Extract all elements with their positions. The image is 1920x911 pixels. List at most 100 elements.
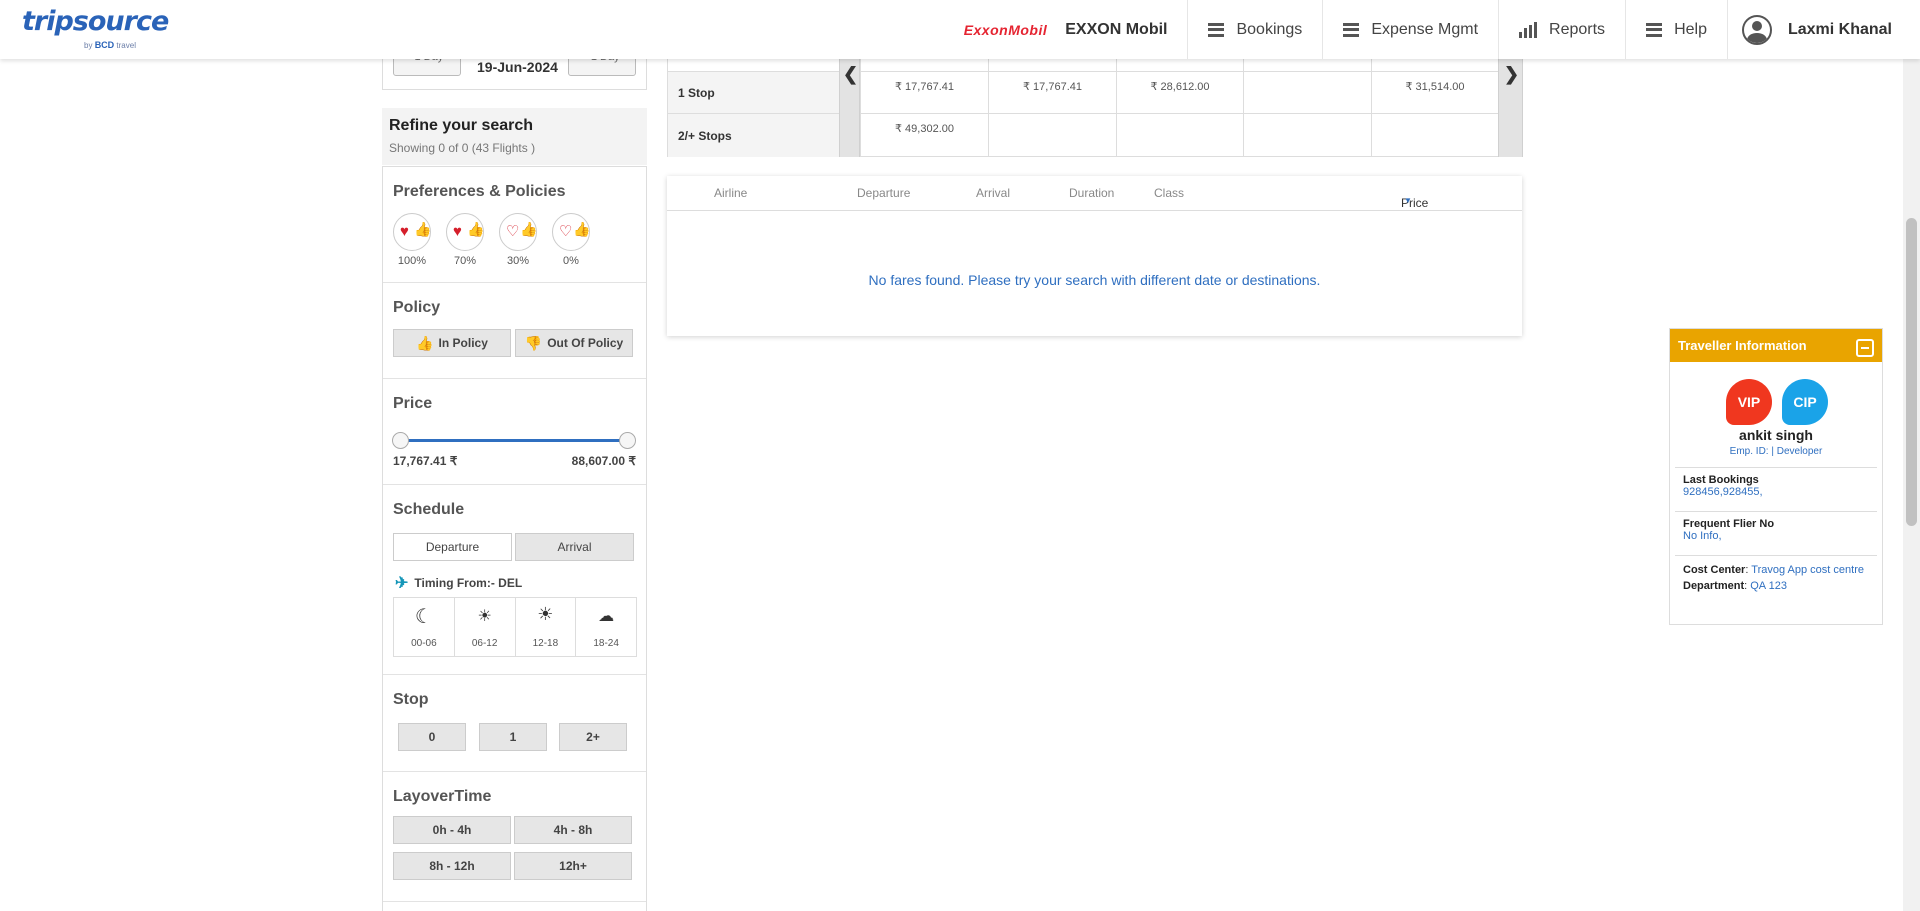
col-airline[interactable]: Airline [714,186,747,200]
airplane-icon: ✈ [395,575,409,592]
company-name: EXXON Mobil [1065,0,1189,59]
matrix-fare-cell[interactable]: ₹ 17,767.41 [988,71,1116,113]
pref-label: 70% [453,255,477,267]
thumbs-up-icon: 👍 [520,221,538,237]
user-avatar-icon [1741,14,1772,45]
moon-icon: ☾ [414,606,433,628]
frequent-flier-section: Frequent Flier No No Info, [1675,511,1877,555]
layover-0-4-button[interactable]: 0h - 4h [393,816,511,844]
page-scrollbar[interactable] [1903,0,1920,911]
cip-badge: CIP [1782,379,1828,425]
price-section: Price 17,767.41 ₹ 88,607.00 ₹ [383,379,646,485]
last-bookings-value[interactable]: 928456,928455, [1683,486,1763,498]
nav-reports[interactable]: Reports [1499,0,1627,59]
matrix-fare-cell [988,113,1116,157]
department-label: Department [1683,580,1745,592]
col-class[interactable]: Class [1154,186,1184,200]
nav-bookings-label: Bookings [1236,20,1303,38]
layover-4-8-button[interactable]: 4h - 8h [514,816,632,844]
traveller-info-title: Traveller Information [1678,338,1807,353]
col-duration[interactable]: Duration [1069,186,1114,200]
results-count: Showing 0 of 0 (43 Flights ) [389,141,536,155]
chevron-right-icon: ❯ [1504,64,1520,84]
nav-help-label: Help [1674,20,1707,38]
thumbs-up-icon: 👍 [467,221,485,237]
pref-label: 0% [563,255,579,267]
user-menu[interactable]: Laxmi Khanal [1728,0,1920,59]
stop-0-button[interactable]: 0 [398,723,466,751]
nav-reports-label: Reports [1549,20,1606,38]
thumbs-up-icon: 👍 [416,334,434,351]
price-min-handle[interactable] [392,432,409,449]
schedule-title: Schedule [393,501,465,518]
user-name: Laxmi Khanal [1787,20,1892,38]
stop-title: Stop [393,691,429,708]
slot-morning[interactable]: ☀ 06-12 [455,598,516,656]
in-policy-button[interactable]: 👍 In Policy [393,329,511,357]
pref-0-option[interactable]: ♡ 👍 [552,213,590,251]
results-header: Airline Departure Arrival Duration Class… [667,176,1522,211]
logo-subtitle: by BCD travel [84,40,136,50]
slot-night[interactable]: ☾ 00-06 [394,598,455,656]
nav-bookings[interactable]: Bookings [1188,0,1324,59]
matrix-row-label: 2/+ Stops [668,113,839,157]
nav-expense-mgmt[interactable]: Expense Mgmt [1323,0,1500,59]
in-policy-label: In Policy [438,336,488,350]
out-of-policy-button[interactable]: 👎 Out Of Policy [515,329,633,357]
matrix-fare-cell[interactable]: ₹ 31,514.00 [1371,71,1498,113]
slot-evening[interactable]: ☁ 18-24 [576,598,636,656]
main-nav: ExxonMobil EXXON Mobil Bookings Expense … [964,0,1920,59]
sunrise-icon: ☀ [477,608,492,625]
arrival-tab[interactable]: Arrival [515,533,634,561]
nav-expense-label: Expense Mgmt [1371,20,1479,38]
price-max-handle[interactable] [619,432,636,449]
price-max-label: 88,607.00 ₹ [571,454,636,468]
matrix-fare-cell[interactable]: ₹ 28,612.00 [1116,71,1243,113]
matrix-fare-cell[interactable]: ₹ 49,302.00 [860,113,988,157]
col-arrival[interactable]: Arrival [976,186,1010,200]
menu-icon [1646,22,1663,37]
stop-section: Stop 0 1 2+ [383,675,646,772]
cost-center-value: Travog App cost centre [1751,564,1864,576]
slot-afternoon[interactable]: ☀ 12-18 [516,598,577,656]
minimize-icon[interactable] [1856,339,1874,357]
pref-100-option[interactable]: ♥ 👍 [393,213,431,251]
no-fares-message: No fares found. Please try your search w… [868,272,1321,288]
heart-outline-icon: ♡ [559,223,573,240]
tripsource-logo[interactable]: tripsource by BCD travel [22,6,169,50]
price-slider-track[interactable] [401,439,629,442]
matrix-fare-cell[interactable]: ₹ 17,767.41 [860,71,988,113]
out-of-policy-label: Out Of Policy [547,336,624,350]
price-title: Price [393,395,433,412]
schedule-section: Schedule Departure Arrival ✈ Timing From… [383,485,646,675]
last-bookings-label: Last Bookings [1683,474,1759,486]
layover-8-12-button[interactable]: 8h - 12h [393,852,511,880]
ff-value: No Info, [1683,530,1722,542]
pref-30-option[interactable]: ♡ 👍 [499,213,537,251]
matrix-fare-cell [1116,113,1243,157]
departure-tab[interactable]: Departure [393,533,512,561]
top-header: tripsource by BCD travel ExxonMobil EXXO… [0,0,1920,59]
cost-center-section: Cost Center: Travog App cost centre Depa… [1675,555,1877,617]
logo-sub-travel: travel [116,41,136,50]
traveller-name: ankit singh [1739,427,1813,443]
results-table: Airline Departure Arrival Duration Class… [667,176,1522,336]
layover-title: LayoverTime [393,788,492,805]
sun-icon: ☀ [537,604,554,624]
menu-icon [1343,22,1360,37]
col-departure[interactable]: Departure [857,186,910,200]
nav-help[interactable]: Help [1626,0,1728,59]
layover-12plus-button[interactable]: 12h+ [514,852,632,880]
slot-label: 18-24 [593,638,619,649]
pref-label: 30% [506,255,530,267]
thumbs-up-icon: 👍 [573,221,591,237]
pref-70-option[interactable]: ♥ 👍 [446,213,484,251]
chevron-left-icon: ❮ [843,64,859,84]
logo-sub-brand: BCD [94,40,115,50]
scrollbar-thumb[interactable] [1906,218,1917,526]
department-value: QA 123 [1750,580,1787,592]
stop-1-button[interactable]: 1 [479,723,547,751]
cost-center-label: Cost Center [1683,564,1746,576]
stop-2plus-button[interactable]: 2+ [559,723,627,751]
thumbs-down-icon: 👎 [524,334,543,351]
